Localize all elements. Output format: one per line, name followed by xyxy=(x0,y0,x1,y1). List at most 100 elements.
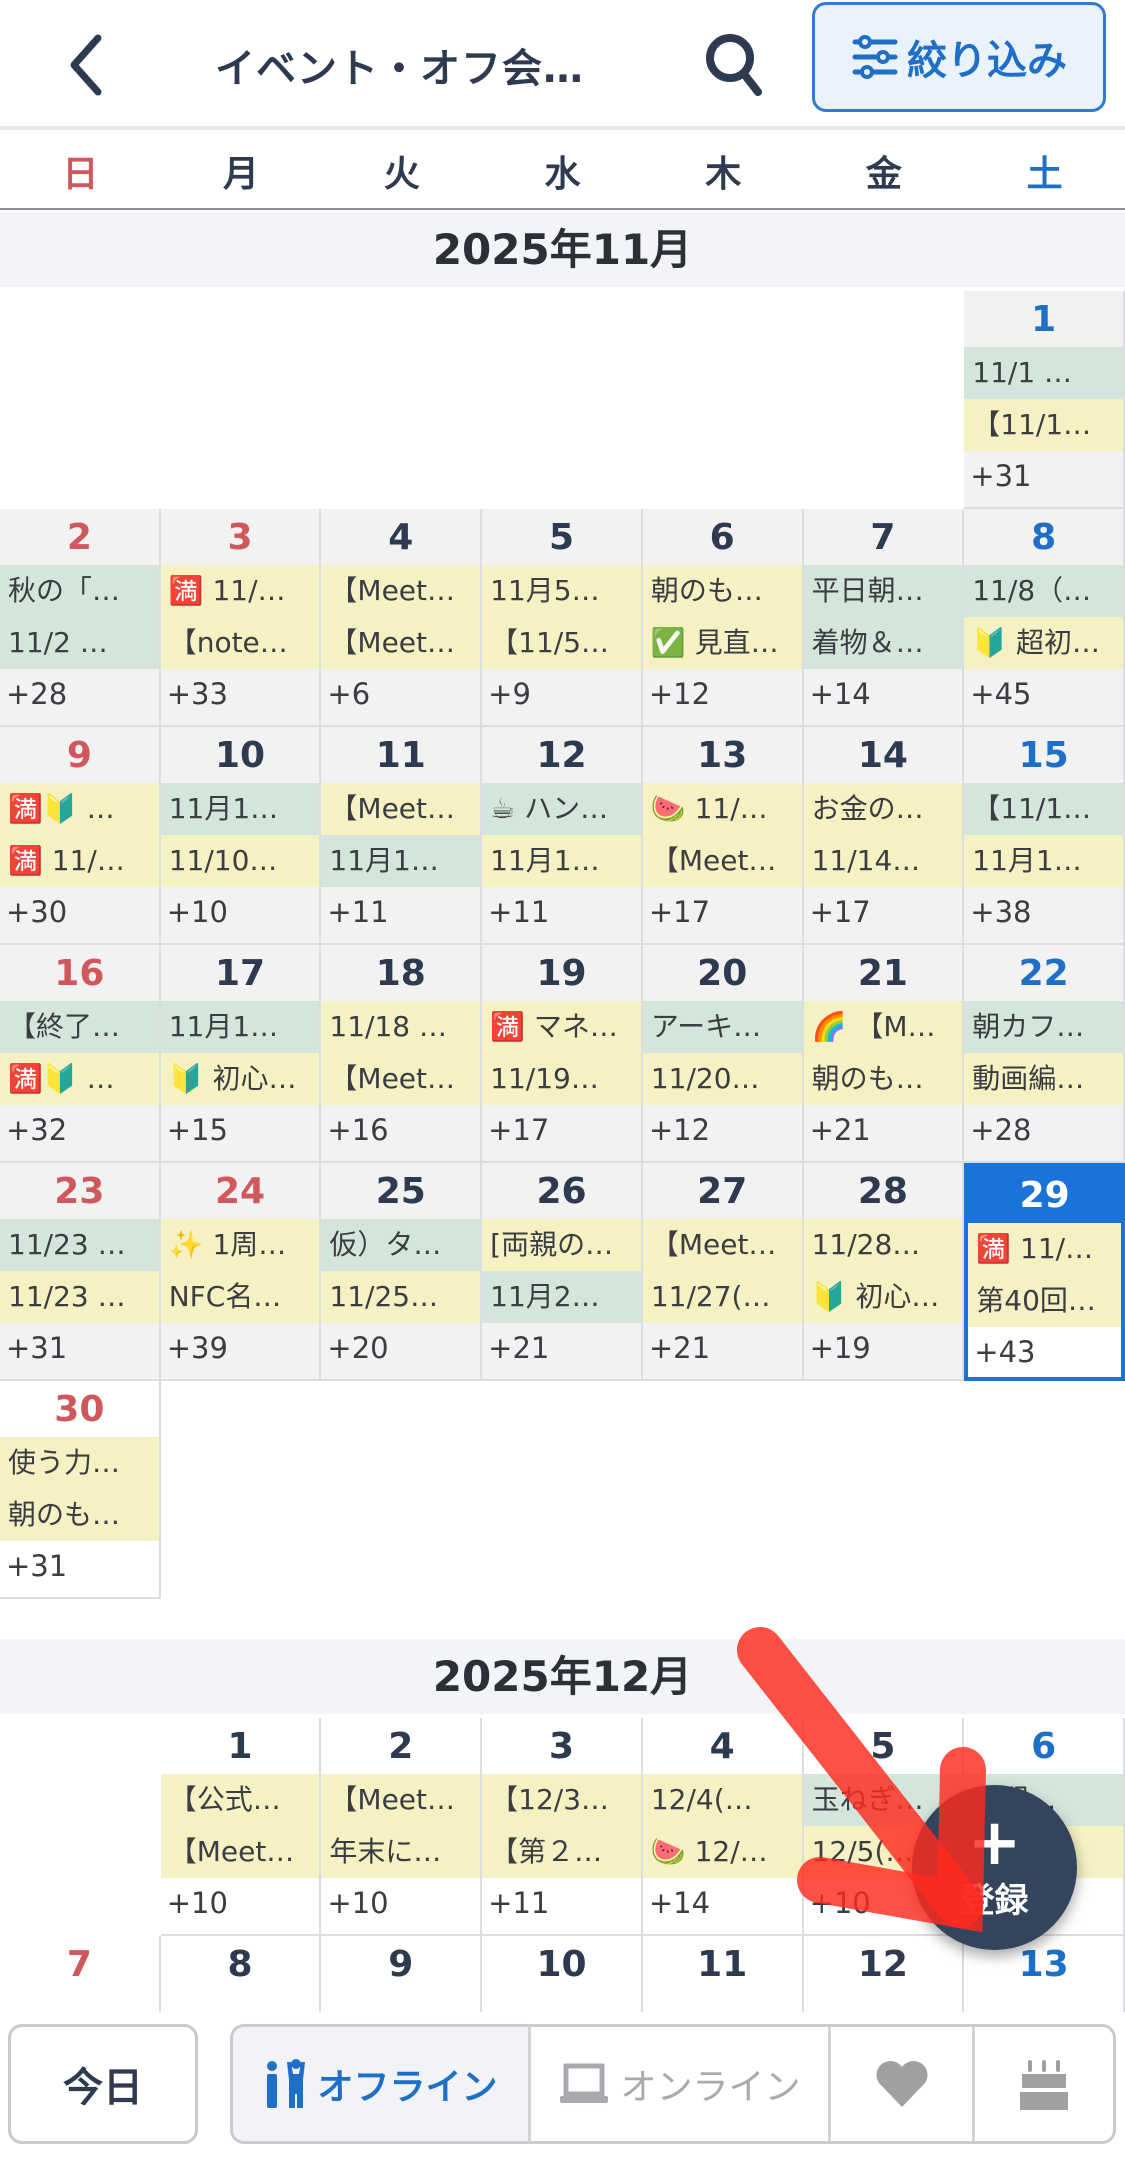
event-item[interactable]: ✅ 見直… xyxy=(642,617,802,669)
tab-favorites[interactable] xyxy=(831,2027,975,2141)
day-cell[interactable]: 22 朝カフ… 動画編… +28 xyxy=(964,945,1125,1163)
event-item[interactable]: 【Meet… xyxy=(642,835,802,887)
event-item[interactable]: 【終了… xyxy=(0,1001,159,1053)
event-item[interactable]: 【12/3… xyxy=(482,1774,641,1826)
more-events-link[interactable]: +45 xyxy=(964,669,1123,719)
event-item[interactable]: 年末に… xyxy=(321,1826,481,1878)
day-cell[interactable]: 21 🌈 【M… 朝のも… +21 xyxy=(803,945,965,1163)
event-item[interactable]: 11月1… xyxy=(482,835,641,887)
event-item[interactable]: アーキ… xyxy=(642,1001,802,1053)
day-cell[interactable]: 18 11/18 … 【Meet… +16 xyxy=(321,945,483,1163)
event-item[interactable]: 【Meet… xyxy=(321,617,481,669)
register-fab-button[interactable]: + 登録 xyxy=(912,1785,1077,1950)
day-cell[interactable]: 10 xyxy=(482,1936,643,2012)
more-events-link[interactable]: +19 xyxy=(804,1323,963,1373)
day-cell[interactable]: 10 11月1… 11/10… +10 xyxy=(160,727,322,945)
event-item[interactable]: NFC名… xyxy=(160,1271,320,1323)
more-events-link[interactable]: +21 xyxy=(482,1323,641,1373)
day-cell[interactable]: 1 11/1 … 【11/1… +31 xyxy=(964,291,1125,509)
more-events-link[interactable]: +9 xyxy=(482,669,641,719)
day-cell[interactable]: 13 🍉 11/… 【Meet… +17 xyxy=(642,727,804,945)
day-cell[interactable]: 3 🈵 11/… 【note… +33 xyxy=(160,509,322,727)
more-events-link[interactable]: +30 xyxy=(0,887,159,937)
day-cell[interactable]: 12 xyxy=(803,1936,965,2012)
more-events-link[interactable]: +15 xyxy=(161,1105,320,1155)
event-item[interactable]: 11月1… xyxy=(160,1001,320,1053)
day-cell[interactable]: 20 アーキ… 11/20… +12 xyxy=(642,945,804,1163)
event-item[interactable]: 11月1… xyxy=(964,835,1123,887)
event-item[interactable]: 第40回… xyxy=(968,1275,1121,1327)
event-item[interactable]: 🈵 11/… xyxy=(968,1223,1121,1275)
more-events-link[interactable]: +31 xyxy=(0,1323,159,1373)
more-events-link[interactable]: +39 xyxy=(161,1323,320,1373)
event-item[interactable]: 【11/1… xyxy=(964,399,1123,451)
event-item[interactable]: 朝のも… xyxy=(803,1053,963,1105)
day-cell[interactable]: 8 11/8（… 🔰 超初… +45 xyxy=(964,509,1125,727)
event-item[interactable]: 🔰 初心… xyxy=(803,1271,963,1323)
day-cell[interactable]: 17 11月1… 🔰 初心… +15 xyxy=(160,945,322,1163)
event-item[interactable]: 11月1… xyxy=(160,783,320,835)
event-item[interactable]: 【Meet… xyxy=(160,1826,320,1878)
day-cell[interactable]: 26 [両親の… 11月2… +21 xyxy=(482,1163,643,1381)
event-item[interactable]: ✨ 1周… xyxy=(160,1219,320,1271)
event-item[interactable]: 🈵🔰 … xyxy=(0,783,159,835)
event-item[interactable]: 11/1 … xyxy=(964,347,1123,399)
more-events-link[interactable]: +31 xyxy=(0,1541,159,1591)
event-item[interactable]: 11/18 … xyxy=(321,1001,481,1053)
more-events-link[interactable]: +10 xyxy=(161,1878,320,1928)
event-item[interactable]: 朝カフ… xyxy=(964,1001,1123,1053)
event-item[interactable]: 【Meet… xyxy=(321,1774,481,1826)
more-events-link[interactable]: +14 xyxy=(643,1878,802,1928)
event-item[interactable]: 11/8（… xyxy=(964,565,1123,617)
event-item[interactable]: 【公式… xyxy=(160,1774,320,1826)
day-cell[interactable]: 2 秋の「… 11/2 … +28 xyxy=(0,509,161,727)
more-events-link[interactable]: +14 xyxy=(804,669,963,719)
event-item[interactable]: 11/25… xyxy=(321,1271,481,1323)
more-events-link[interactable]: +32 xyxy=(0,1105,159,1155)
event-item[interactable]: 【第２… xyxy=(482,1826,641,1878)
more-events-link[interactable]: +16 xyxy=(321,1105,480,1155)
back-button[interactable] xyxy=(60,30,120,100)
day-cell[interactable]: 25 仮）タ… 11/25… +20 xyxy=(321,1163,483,1381)
more-events-link[interactable]: +17 xyxy=(643,887,802,937)
event-item[interactable]: 12/4(… xyxy=(642,1774,802,1826)
day-cell[interactable]: 7 平日朝… 着物＆… +14 xyxy=(803,509,965,727)
day-cell[interactable]: 8 xyxy=(160,1936,322,2012)
event-item[interactable]: 🔰 超初… xyxy=(964,617,1123,669)
tab-birthday[interactable] xyxy=(975,2027,1113,2141)
day-cell[interactable]: 12 ☕ ハン… 11月1… +11 xyxy=(482,727,643,945)
event-item[interactable]: 11/14… xyxy=(803,835,963,887)
day-cell[interactable]: 9 xyxy=(321,1936,483,2012)
event-item[interactable]: 11/23 … xyxy=(0,1271,159,1323)
day-cell[interactable]: 27 【Meet… 11/27(… +21 xyxy=(642,1163,804,1381)
event-item[interactable]: 11月2… xyxy=(482,1271,641,1323)
more-events-link[interactable]: +20 xyxy=(321,1323,480,1373)
event-item[interactable]: 朝のも… xyxy=(0,1489,159,1541)
event-item[interactable]: 🈵🔰 … xyxy=(0,1053,159,1105)
tab-online[interactable]: オンライン xyxy=(531,2027,831,2141)
tab-offline[interactable]: オフライン xyxy=(233,2027,531,2141)
day-cell-today[interactable]: 29 🈵 11/… 第40回… +43 xyxy=(964,1163,1125,1381)
more-events-link[interactable]: +21 xyxy=(643,1323,802,1373)
event-item[interactable]: 🍉 12/… xyxy=(642,1826,802,1878)
event-item[interactable]: 使う力… xyxy=(0,1437,159,1489)
event-item[interactable]: 11/2 … xyxy=(0,617,159,669)
event-item[interactable]: 【Meet… xyxy=(321,783,481,835)
more-events-link[interactable]: +10 xyxy=(321,1878,480,1928)
event-item[interactable]: 【Meet… xyxy=(642,1219,802,1271)
event-item[interactable]: 平日朝… xyxy=(803,565,963,617)
day-cell[interactable]: 24 ✨ 1周… NFC名… +39 xyxy=(160,1163,322,1381)
day-cell[interactable]: 19 🈵 マネ… 11/19… +17 xyxy=(482,945,643,1163)
day-cell[interactable]: 15 【11/1… 11月1… +38 xyxy=(964,727,1125,945)
day-cell[interactable]: 6 朝のも… ✅ 見直… +12 xyxy=(642,509,804,727)
day-cell[interactable]: 5 11月5… 【11/5… +9 xyxy=(482,509,643,727)
day-cell[interactable]: 14 お金の… 11/14… +17 xyxy=(803,727,965,945)
event-item[interactable]: 朝のも… xyxy=(642,565,802,617)
event-item[interactable]: 11/23 … xyxy=(0,1219,159,1271)
event-item[interactable]: 【note… xyxy=(160,617,320,669)
day-cell[interactable]: 7 xyxy=(0,1936,161,2012)
day-cell[interactable]: 1 【公式… 【Meet… +10 xyxy=(160,1718,322,1936)
more-events-link[interactable]: +17 xyxy=(804,887,963,937)
more-events-link[interactable]: +11 xyxy=(482,887,641,937)
more-events-link[interactable]: +28 xyxy=(964,1105,1123,1155)
